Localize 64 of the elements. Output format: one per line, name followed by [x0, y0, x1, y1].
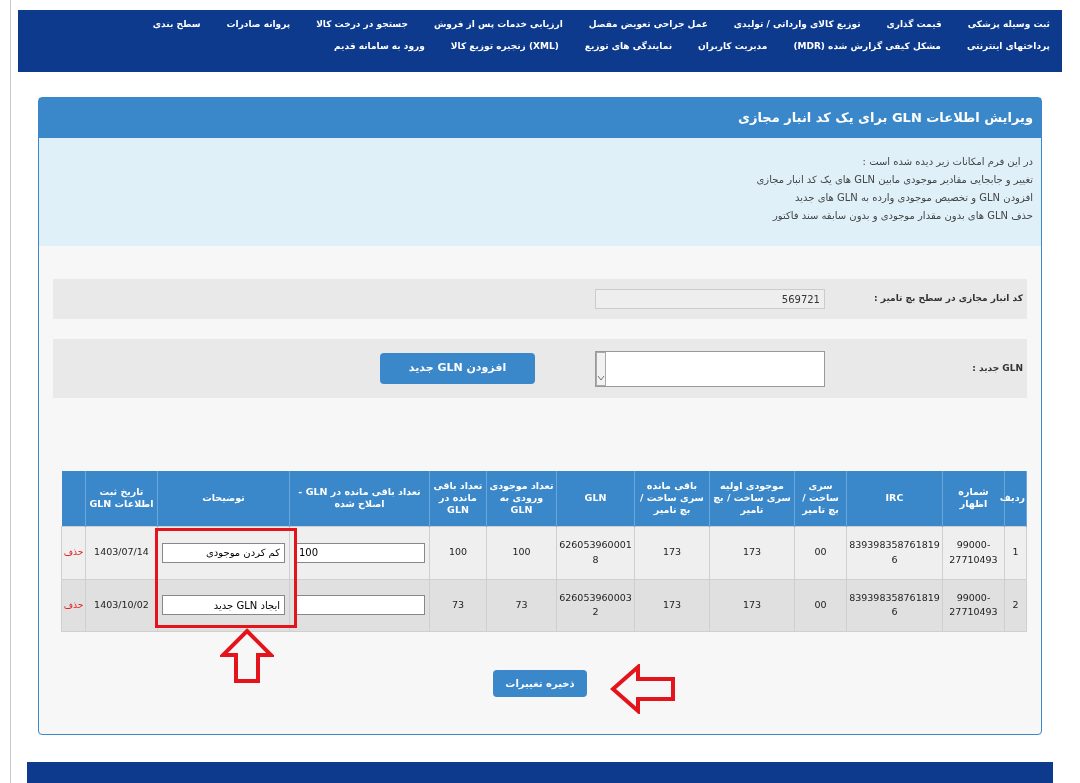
save-button[interactable]: ذخیره تغییرات	[493, 669, 587, 697]
nav-link[interactable]: عمل جراحی تعویض مفصل	[588, 18, 708, 32]
column-header: تعداد باقی مانده در GLN	[429, 471, 487, 526]
nav-link[interactable]: ارزیابی خدمات پس از فروش	[433, 18, 563, 32]
table-cell: 8393983587618196	[846, 526, 943, 579]
field-label: کد انبار مجازی در سطح بچ تامیر :	[873, 292, 1024, 306]
delete-link[interactable]: حذف	[63, 547, 84, 558]
table-cell: 1403/10/02	[85, 579, 158, 631]
warehouse-code-field[interactable]: 569721	[595, 289, 825, 309]
nav-link[interactable]: پروانه صادرات	[226, 18, 291, 32]
description-field[interactable]: کم کردن موجودی	[162, 542, 285, 563]
info-text: حذف GLN های بدون مقدار موجودی و بدون سابقه سند فاکتور	[771, 209, 1033, 223]
nav-link[interactable]: سطح بندی	[152, 18, 201, 32]
description-field[interactable]: ایجاد GLN جدید	[162, 595, 285, 615]
table-cell: 173	[709, 579, 795, 631]
column-header: تعداد موجودی ورودی به GLN	[486, 471, 557, 526]
panel-title: ویرایش اطلاعات GLN برای یک کد انبار مجازی	[738, 109, 1033, 128]
up-arrow-icon	[220, 628, 274, 684]
table-cell: 173	[634, 526, 710, 579]
table-cell: 100	[429, 526, 487, 579]
table-cell: 1	[1004, 526, 1027, 579]
nav-link[interactable]: نمایندگی های توزیع	[584, 39, 673, 53]
column-header: موجودی اولیه سری ساخت / بچ تامیر	[709, 471, 795, 526]
column-header: سری ساخت / بچ تامیر	[794, 471, 847, 526]
column-header: تعداد باقی مانده در GLN - اصلاح شده	[289, 471, 430, 526]
nav-link[interactable]: مدیریت کاربران	[698, 39, 768, 53]
left-arrow-icon	[610, 664, 676, 714]
info-text: در این فرم امکانات زیر دیده شده است :	[861, 155, 1033, 169]
gln-select-field[interactable]	[595, 350, 825, 387]
nav-link[interactable]: مشکل کیفی گزارش شده (MDR)	[793, 39, 941, 53]
table-cell: 6260539600032	[556, 579, 635, 631]
corrected-count-field[interactable]: 100	[294, 542, 425, 563]
table-cell: 1403/07/14	[85, 526, 158, 579]
nav-link[interactable]: (XML) زنجیره توزیع کالا	[450, 39, 559, 53]
info-text: تغییر و جابجایی مقادیر موجودی مابین GLN های یک کد انبار مجازی	[755, 173, 1033, 187]
column-header: تاریخ ثبت اطلاعات GLN	[85, 471, 158, 526]
nav-link[interactable]: ثبت وسیله پزشکی	[967, 18, 1050, 32]
nav-link[interactable]: قیمت گذاری	[886, 18, 942, 32]
table-cell: 73	[429, 579, 487, 631]
nav-link[interactable]: توزیع کالای وارداتی / تولیدی	[733, 18, 861, 32]
table-cell: 00	[794, 579, 847, 631]
table-cell: 2	[1004, 579, 1027, 631]
table-cell: 00	[794, 526, 847, 579]
spinner-icon[interactable]	[596, 351, 606, 386]
table-cell: 173	[709, 526, 795, 579]
table-cell: 173	[634, 579, 710, 631]
delete-link[interactable]: حذف	[63, 599, 84, 610]
nav-link[interactable]: ورود به سامانه قدیم	[334, 39, 425, 53]
table-cell: 99000-27710493	[942, 526, 1005, 579]
column-header: GLN	[556, 471, 635, 526]
table-cell: 73	[486, 579, 557, 631]
column-header: باقی مانده سری ساخت / بچ تامیر	[634, 471, 710, 526]
column-header: IRC	[846, 471, 943, 526]
table-cell: 6260539600018	[556, 526, 635, 579]
table-cell: 100	[486, 526, 557, 579]
nav-link[interactable]: جستجو در درخت کالا	[316, 18, 408, 32]
corrected-count-field[interactable]	[294, 595, 425, 615]
table-cell: 8393983587618196	[846, 579, 943, 631]
field-label: GLN جدید :	[971, 361, 1024, 375]
add-gln-button[interactable]: افزودن GLN جدید	[380, 353, 535, 384]
table-cell: 99000-27710493	[942, 579, 1005, 631]
nav-link[interactable]: پرداختهای اینترنتی	[966, 39, 1050, 53]
column-header: توضیحات	[157, 471, 290, 526]
info-text: افزودن GLN و تخصیص موجودی وارده به GLN های جدید	[794, 191, 1033, 205]
